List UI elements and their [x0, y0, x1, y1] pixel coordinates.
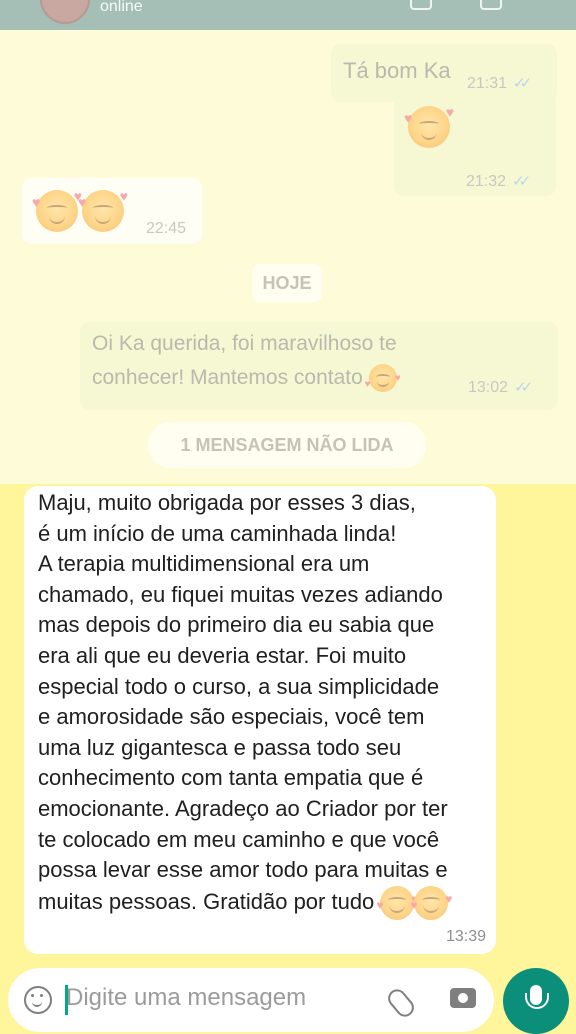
- header-phone-icon[interactable]: [480, 0, 502, 10]
- smiling-face-with-hearts-icon: [404, 104, 454, 148]
- incoming-message-main[interactable]: Maju, muito obrigada por esses 3 dias, é…: [24, 486, 496, 954]
- paperclip-icon[interactable]: [384, 985, 418, 1021]
- microphone-icon: [525, 985, 549, 1009]
- incoming-emoji-message[interactable]: 22:45: [22, 178, 202, 244]
- smiling-face-with-hearts-icon: [376, 884, 418, 921]
- unread-divider: 1 MENSAGEM NÃO LIDA: [148, 422, 426, 468]
- camera-icon[interactable]: [450, 988, 476, 1008]
- header-call-icon[interactable]: [410, 0, 432, 10]
- message-time: 13:02 ✓✓: [468, 379, 533, 396]
- message-text: Oi Ka querida, foi maravilhoso te conhec…: [92, 327, 462, 402]
- read-ticks-icon: ✓✓: [514, 379, 533, 396]
- outgoing-emoji-message[interactable]: 21:32✓✓: [394, 94, 556, 196]
- read-ticks-icon: ✓✓: [513, 75, 532, 92]
- message-time: 21:31 ✓✓: [467, 75, 532, 92]
- contact-avatar[interactable]: [40, 0, 90, 24]
- smiling-face-with-hearts-icon: [78, 188, 128, 232]
- contact-status: online: [100, 0, 143, 15]
- main-message-text: Maju, muito obrigada por esses 3 dias, é…: [38, 488, 490, 920]
- kissing-face-icon: [365, 362, 401, 402]
- smiling-face-with-hearts-icon: [410, 884, 452, 921]
- message-text: Tá bom Ka: [343, 58, 451, 83]
- message-time: 13:39: [445, 928, 486, 945]
- message-input[interactable]: Digite uma mensagem: [66, 984, 306, 1012]
- outgoing-message[interactable]: Oi Ka querida, foi maravilhoso te conhec…: [80, 322, 558, 410]
- message-time: 21:32 ✓✓: [466, 173, 531, 190]
- read-ticks-icon: ✓✓: [512, 173, 531, 190]
- date-divider: HOJE: [252, 264, 322, 302]
- faded-message-area: Tá bom Ka 21:31✓✓ 21:32✓✓ 22:45 HOJE Oi …: [0, 30, 576, 484]
- chat-header: online: [0, 0, 576, 30]
- voice-message-button[interactable]: [503, 968, 569, 1034]
- message-input-bar[interactable]: Digite uma mensagem: [8, 968, 494, 1032]
- smiling-face-with-hearts-icon: [32, 188, 82, 232]
- message-time: 22:45: [146, 220, 187, 237]
- emoji-keyboard-icon[interactable]: [24, 986, 52, 1014]
